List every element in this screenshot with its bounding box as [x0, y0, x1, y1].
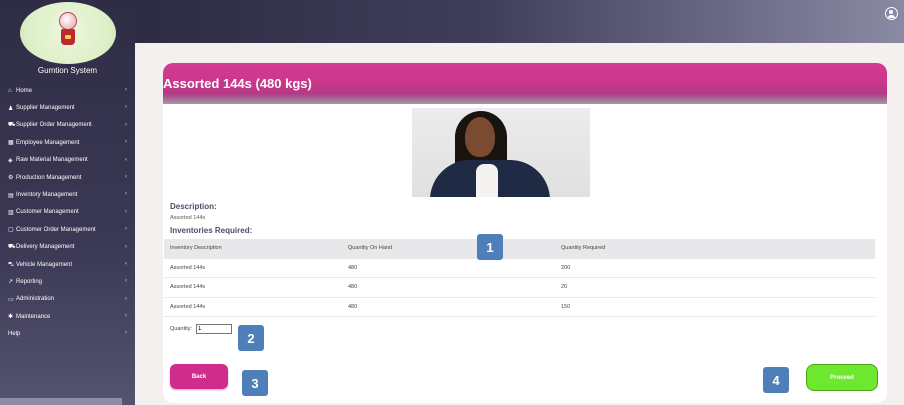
sidebar-item-label: Vehicle Management — [16, 261, 73, 268]
table-cell: 200 — [561, 264, 571, 271]
column-header: Quantity Required — [561, 245, 606, 252]
table-cell: Assorted 144s — [170, 264, 206, 271]
sidebar-item-delivery-management[interactable]: ⛟ Delivery Management ‹ — [0, 239, 135, 256]
back-button[interactable]: Back — [170, 364, 228, 389]
sidebar-item-reporting[interactable]: ↗ Reporting ‹ — [0, 273, 135, 290]
sidebar-item-raw-material-management[interactable]: ◈ Raw Material Management ‹ — [0, 152, 135, 169]
sidebar-item-customer-management[interactable]: ▥ Customer Management ‹ — [0, 204, 135, 221]
chevron-left-icon: ‹ — [125, 121, 127, 128]
sidebar-item-label: Supplier Order Management — [16, 122, 92, 129]
sidebar-item-label: Supplier Management — [16, 105, 75, 112]
chevron-left-icon: ‹ — [125, 295, 127, 302]
table-cell: 480 — [348, 284, 358, 291]
sidebar-item-home[interactable]: ⌂ Home ‹ — [0, 82, 135, 99]
logo — [20, 2, 116, 64]
chevron-left-icon: ‹ — [125, 191, 127, 198]
product-card: Assorted 144s (480 kgs) Description: Ass… — [163, 63, 887, 403]
sidebar-item-inventory-management[interactable]: ▤ Inventory Management ‹ — [0, 186, 135, 203]
id-card-icon: ▦ — [8, 140, 14, 147]
address-card-icon: ▥ — [8, 209, 14, 216]
chevron-left-icon: ‹ — [125, 278, 127, 285]
column-header: Inventory Description — [170, 245, 222, 252]
table-cell: 480 — [348, 264, 358, 271]
sidebar: Gumtion System ⌂ Home ‹ ♟ Supplier Manag… — [0, 0, 135, 405]
car-icon: ⛍ — [8, 261, 15, 268]
user-account-icon[interactable] — [885, 7, 898, 20]
chevron-left-icon: ‹ — [125, 87, 127, 93]
gear-icon: ⚙ — [8, 175, 14, 182]
laptop-icon: ▭ — [8, 296, 14, 303]
sidebar-item-production-management[interactable]: ⚙ Production Management ‹ — [0, 169, 135, 186]
table-cell: Assorted 144s — [170, 303, 206, 310]
delivery-truck-icon: ⛟ — [8, 244, 16, 251]
inventories-heading: Inventories Required: — [170, 226, 253, 235]
table-cell: 480 — [348, 303, 358, 310]
chevron-left-icon: ‹ — [125, 139, 127, 146]
truck-icon: ⛟ — [8, 122, 16, 129]
sidebar-item-label: Raw Material Management — [16, 157, 88, 164]
sidebar-item-supplier-management[interactable]: ♟ Supplier Management ‹ — [0, 99, 135, 116]
quantity-input[interactable] — [196, 324, 232, 334]
chevron-left-icon: ‹ — [125, 313, 127, 320]
list-icon: ▤ — [8, 192, 14, 199]
table-cell: 150 — [561, 303, 571, 310]
file-icon: ▢ — [8, 227, 14, 234]
table-row: Assorted 144s 480 20 — [164, 278, 875, 298]
sidebar-item-label: Customer Order Management — [16, 226, 96, 233]
brand-name: Gumtion System — [37, 66, 98, 75]
table-cell: 20 — [561, 284, 568, 291]
inventories-table: Inventory Description Quantity On Hand Q… — [164, 239, 875, 317]
description-heading: Description: — [170, 202, 217, 211]
product-image — [412, 108, 590, 197]
proceed-button[interactable]: Proceed — [806, 364, 878, 391]
sidebar-item-label: Inventory Management — [16, 192, 78, 199]
table-header-row: Inventory Description Quantity On Hand Q… — [164, 239, 875, 259]
chevron-left-icon: ‹ — [125, 243, 127, 250]
step-badge-1: 1 — [477, 234, 503, 260]
gumball-machine-icon — [58, 12, 78, 46]
table-cell: Assorted 144s — [170, 284, 206, 291]
chevron-left-icon: ‹ — [125, 226, 127, 233]
chevron-left-icon: ‹ — [125, 173, 127, 180]
home-icon: ⌂ — [8, 87, 12, 94]
sidebar-item-supplier-order-management[interactable]: ⛟ Supplier Order Management ‹ — [0, 117, 135, 134]
users-icon: ♟ — [8, 105, 14, 112]
column-header: Quantity On Hand — [348, 245, 393, 252]
chevron-left-icon: ‹ — [125, 208, 127, 215]
description-text: Assorted 144s — [170, 215, 206, 221]
wrench-icon: ✱ — [8, 314, 14, 321]
sidebar-item-help[interactable]: Help ‹ — [0, 325, 135, 342]
sidebar-item-label: Customer Management — [16, 209, 79, 216]
sidebar-footer — [0, 398, 122, 405]
step-badge-3: 3 — [242, 370, 268, 396]
sidebar-item-label: Delivery Management — [16, 244, 75, 251]
chevron-left-icon: ‹ — [125, 330, 127, 337]
chart-icon: ↗ — [8, 279, 14, 286]
sidebar-item-label: Production Management — [16, 174, 82, 181]
sidebar-item-employee-management[interactable]: ▦ Employee Management ‹ — [0, 134, 135, 151]
sidebar-item-label: Home — [16, 87, 33, 94]
chevron-left-icon: ‹ — [125, 156, 127, 163]
sidebar-item-label: Maintenance — [16, 313, 51, 320]
sidebar-item-label: Reporting — [16, 278, 43, 285]
table-row: Assorted 144s 480 200 — [164, 259, 875, 278]
sidebar-menu: ⌂ Home ‹ ♟ Supplier Management ‹ ⛟ Suppl… — [0, 82, 135, 343]
chevron-left-icon: ‹ — [125, 260, 127, 267]
sidebar-item-maintenance[interactable]: ✱ Maintenance ‹ — [0, 308, 135, 325]
sidebar-item-label: Administration — [16, 296, 55, 303]
chevron-left-icon: ‹ — [125, 104, 127, 111]
card-header: Assorted 144s (480 kgs) — [163, 63, 887, 104]
sidebar-item-administration[interactable]: ▭ Administration ‹ — [0, 291, 135, 308]
sidebar-item-vehicle-management[interactable]: ⛍ Vehicle Management ‹ — [0, 256, 135, 273]
page-title: Assorted 144s (480 kgs) — [163, 76, 312, 91]
top-bar — [135, 0, 904, 43]
quantity-label: Quantity: — [170, 326, 193, 332]
step-badge-4: 4 — [763, 367, 789, 393]
sidebar-item-label: Help — [8, 331, 21, 338]
sidebar-item-label: Employee Management — [16, 139, 80, 146]
table-row: Assorted 144s 480 150 — [164, 298, 875, 317]
cube-icon: ◈ — [8, 157, 13, 164]
step-badge-2: 2 — [238, 325, 264, 351]
sidebar-item-customer-order-management[interactable]: ▢ Customer Order Management ‹ — [0, 221, 135, 238]
